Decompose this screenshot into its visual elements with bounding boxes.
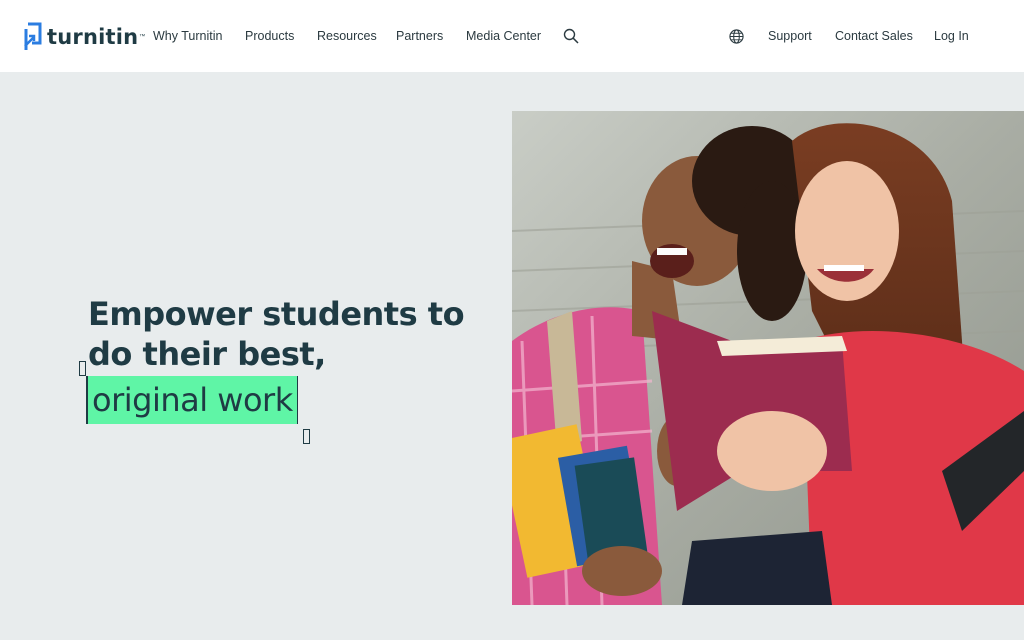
turnitin-logo[interactable]: turnitin ™ <box>22 20 145 54</box>
trademark-symbol: ™ <box>139 34 146 40</box>
nav-media-center[interactable]: Media Center <box>466 29 541 43</box>
text-cursor-handle-end <box>303 429 310 444</box>
hero-headline: Empower students to do their best, <box>88 294 488 374</box>
nav-why-turnitin[interactable]: Why Turnitin <box>153 29 222 43</box>
search-icon[interactable] <box>563 28 579 44</box>
brand-name: turnitin <box>47 25 139 49</box>
nav-partners[interactable]: Partners <box>396 29 443 43</box>
turnitin-logo-icon <box>24 22 42 50</box>
hero-highlight-text: original work <box>86 376 298 424</box>
students-photo-illustration <box>512 111 1024 605</box>
nav-contact-sales[interactable]: Contact Sales <box>835 29 913 43</box>
text-cursor-handle-start <box>79 361 86 376</box>
nav-log-in[interactable]: Log In <box>934 29 969 43</box>
nav-support[interactable]: Support <box>768 29 812 43</box>
hero-headline-line-2: do their best, <box>88 335 326 373</box>
nav-resources[interactable]: Resources <box>317 29 377 43</box>
globe-icon[interactable] <box>729 29 744 44</box>
top-navigation-bar: turnitin ™ Why Turnitin Products Resource… <box>0 0 1024 72</box>
nav-products[interactable]: Products <box>245 29 294 43</box>
hero-highlight-wrapper: original work <box>86 376 298 424</box>
hero-photo <box>512 111 1024 605</box>
hero-headline-line-1: Empower students to <box>88 295 465 333</box>
